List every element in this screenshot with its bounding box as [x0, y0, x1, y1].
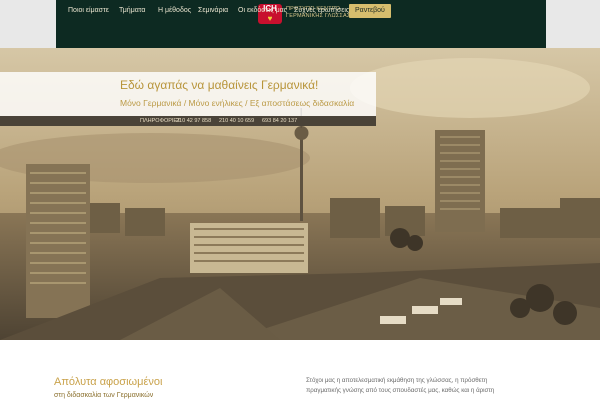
phone-link-1[interactable]: 210 42 97 858 [176, 116, 211, 126]
about-body: Στόχοι μας η αποτελεσματική εκμάθηση της… [306, 376, 566, 396]
about-body-line-2: πραγματικής γνώσης από τους σπουδαστές μ… [306, 387, 495, 394]
nav-item-seminars[interactable]: Σεμινάρια [198, 4, 228, 18]
nav-item-departments[interactable]: Τμήματα [119, 4, 145, 18]
hero-banner: Εδώ αγαπάς να μαθαίνεις Γερμανικά! Μόνο … [0, 48, 600, 340]
about-title: Απόλυτα αφοσιωμένοι [54, 376, 163, 388]
about-subtitle: στη διδασκαλία των Γερμανικών [54, 392, 154, 399]
nav-item-appointment[interactable]: Ραντεβού [349, 4, 391, 18]
nav-item-method[interactable]: Η μέθοδος [158, 4, 191, 18]
main-nav [56, 26, 546, 48]
about-section: Απόλυτα αφοσιωμένοι στη διδασκαλία των Γ… [0, 340, 600, 400]
nav-item-publications[interactable]: Οι εκδόσεις μας [238, 4, 287, 18]
about-body-line-1: Στόχοι μας η αποτελεσματική εκμάθηση της… [306, 377, 488, 384]
nav-item-faq[interactable]: Συχνές ερωτήσεις [294, 4, 349, 18]
phone-link-2[interactable]: 210 40 10 659 [219, 116, 254, 126]
info-label: ΠΛΗΡΟΦΟΡΙΕΣ [140, 118, 181, 124]
nav-item-about[interactable]: Ποιοι είμαστε [68, 4, 109, 18]
hero-title: Εδώ αγαπάς να μαθαίνεις Γερμανικά! [120, 78, 319, 92]
phone-link-3[interactable]: 693 84 20 137 [262, 116, 297, 126]
hero-subtitle: Μόνο Γερμανικά / Μόνο ενήλικες / Εξ αποσ… [120, 98, 355, 108]
